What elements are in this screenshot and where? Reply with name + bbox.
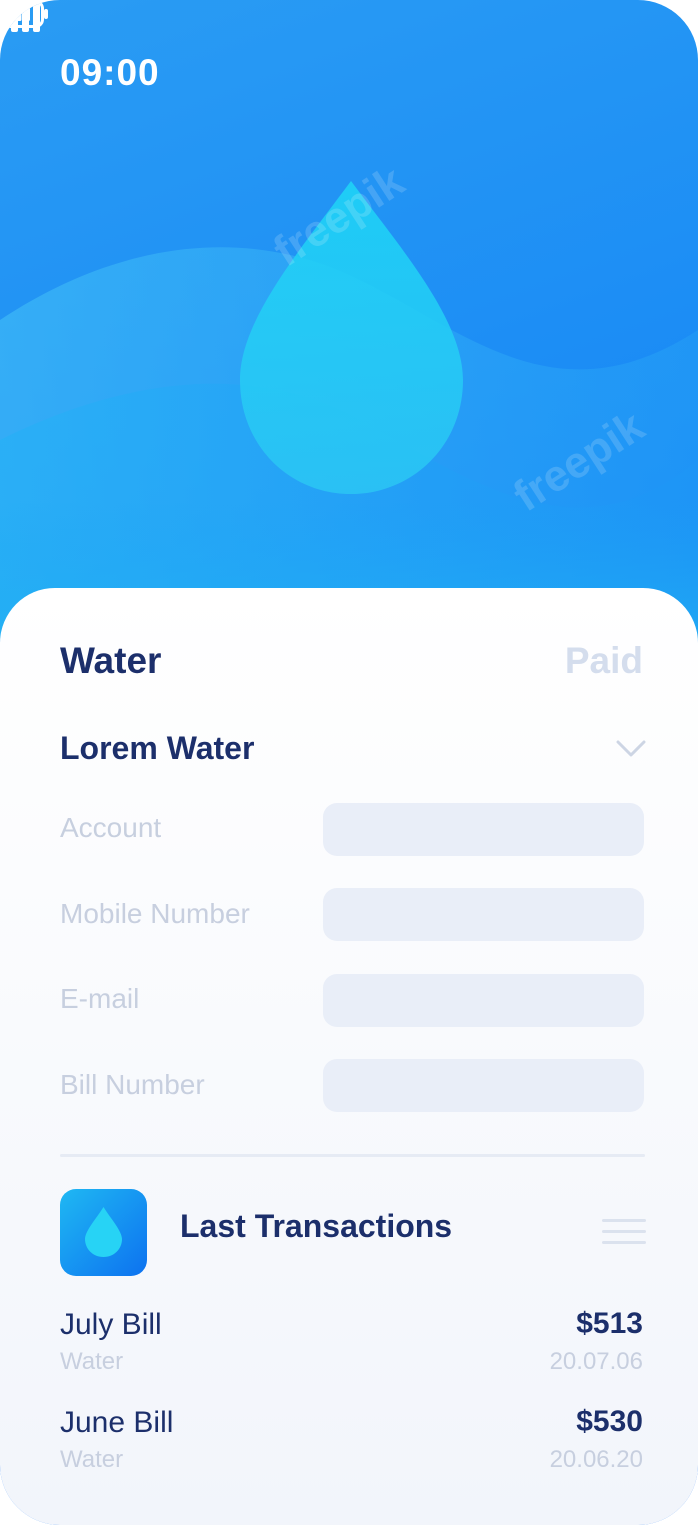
chevron-down-icon[interactable] [616,740,646,758]
phone-screen: freepik freepik 09:00 Water Paid Lorem W… [0,0,698,1525]
bill-title: Water [60,640,162,681]
water-drop-waves-illustration [0,181,698,640]
transactions-title: Last Transactions [180,1208,453,1244]
bill-card [0,588,698,1525]
bill-number-field[interactable] [323,1059,644,1112]
status-badge: Paid [564,640,643,681]
hero-illustration: freepik freepik 09:00 [0,0,698,640]
email-label: E-mail [60,983,140,1014]
transaction-amount: $513 [576,1307,643,1340]
mobile-number-field[interactable] [323,888,644,941]
divider [60,1154,645,1157]
transaction-date: 20.07.06 [549,1348,643,1375]
transaction-category: Water [60,1348,124,1375]
transaction-name: June Bill [60,1406,174,1439]
mobile-number-label: Mobile Number [60,898,250,929]
transaction-amount: $530 [576,1405,643,1438]
battery-icon [0,0,48,28]
water-drop-icon [85,1207,122,1257]
status-time: 09:00 [60,52,160,93]
account-label: Account [60,812,162,843]
account-field[interactable] [323,803,644,856]
email-field[interactable] [323,974,644,1027]
transactions-icon-tile [60,1189,147,1276]
transaction-name: July Bill [60,1308,162,1341]
provider-select[interactable]: Lorem Water [60,730,254,767]
menu-icon[interactable] [602,1219,646,1245]
transaction-date: 20.06.20 [549,1446,643,1473]
transaction-category: Water [60,1446,124,1473]
bill-number-label: Bill Number [60,1069,205,1100]
